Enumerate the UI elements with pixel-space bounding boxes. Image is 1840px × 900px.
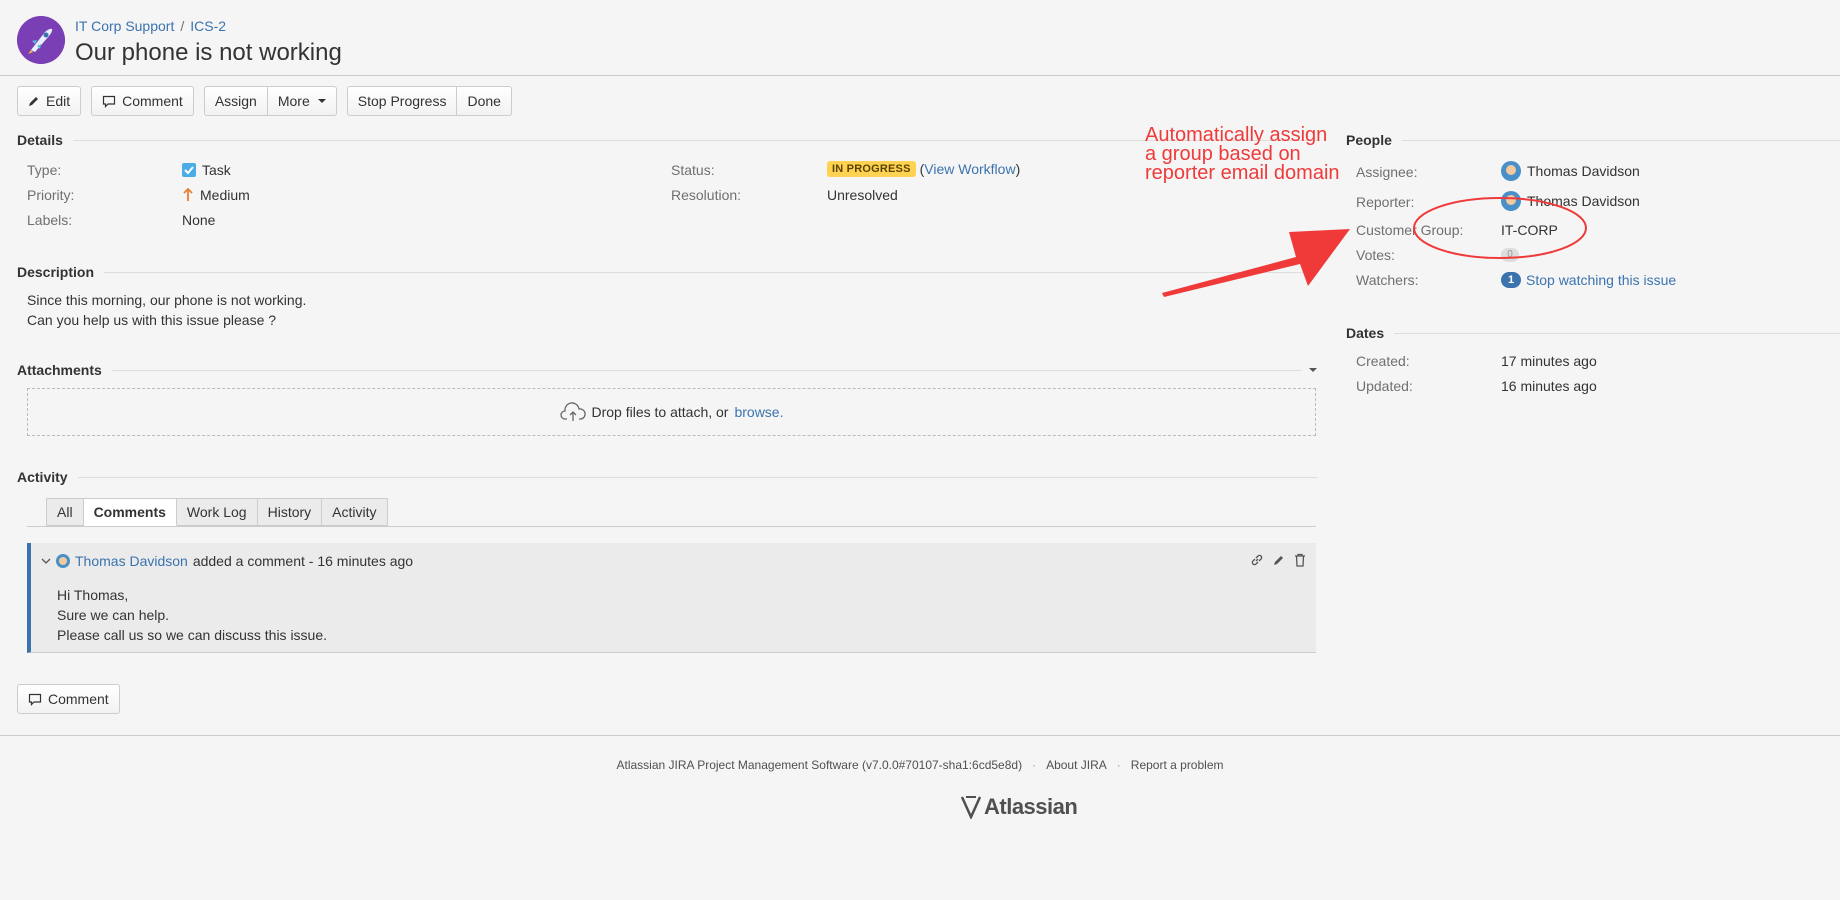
footer-software-link[interactable]: Atlassian JIRA Project Management Softwa… [617,758,1023,772]
footer-about-link[interactable]: About JIRA [1046,758,1107,772]
annotation-arrow [1162,229,1350,297]
atlassian-logo-text: Atlassian [984,794,1078,819]
page-footer: Atlassian JIRA Project Management Softwa… [0,735,1840,900]
issue-page: IT Corp Support / ICS-2 Our phone is not w… [0,0,1840,736]
annotation-ellipse [1413,197,1587,259]
annotation-overlay [1162,197,1587,297]
footer-links: Atlassian JIRA Project Management Softwa… [616,758,1224,772]
atlassian-logo[interactable]: Atlassian [960,794,1078,820]
footer-report-link[interactable]: Report a problem [1131,758,1224,772]
atlassian-logo-icon [960,796,982,819]
